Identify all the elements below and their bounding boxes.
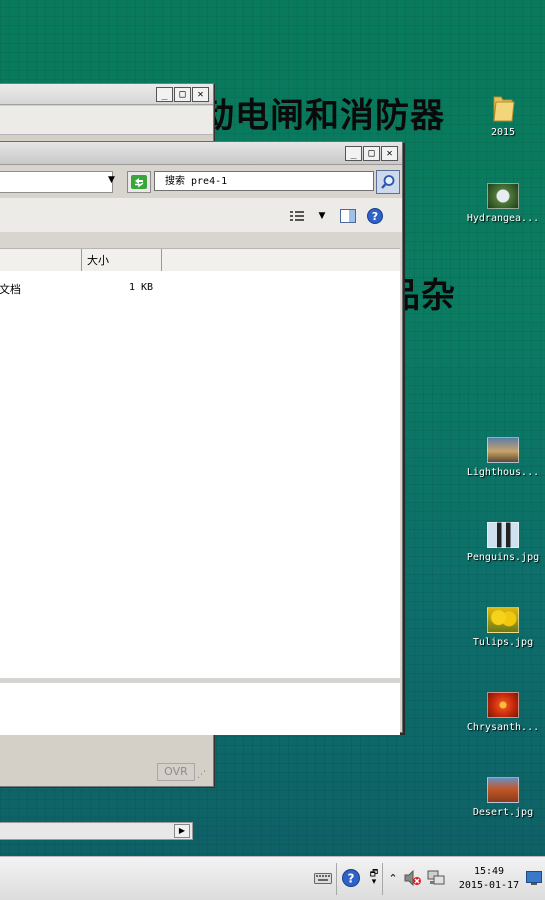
desktop-icon-2015[interactable]: 2015 (464, 93, 542, 138)
ovr-indicator: OVR (157, 763, 195, 781)
minimize-button[interactable]: _ (156, 87, 173, 102)
resize-grip-icon[interactable]: ⋰ (197, 770, 206, 780)
keyboard-icon[interactable] (314, 869, 332, 887)
show-desktop-icon[interactable] (525, 869, 543, 887)
svg-text:?: ? (348, 872, 355, 886)
desktop-icon-label: Lighthous... (466, 467, 540, 478)
desktop-icon-hydrangea[interactable]: Hydrangea... (464, 183, 542, 224)
maximize-button[interactable]: □ (174, 87, 191, 102)
help-icon[interactable]: ? (342, 869, 360, 887)
image-thumbnail-icon (487, 607, 519, 633)
explorer-titlebar[interactable]: _ □ ✕ (0, 142, 402, 165)
file-list-header: 大小 (0, 248, 400, 272)
address-row: ▼ 搜索 pre4-1 (0, 170, 402, 194)
desktop-icon-penguins[interactable]: Penguins.jpg (464, 522, 542, 563)
address-bar[interactable] (0, 171, 113, 193)
close-button[interactable]: ✕ (381, 146, 398, 161)
image-thumbnail-icon (487, 183, 519, 209)
preview-pane-icon[interactable] (340, 208, 356, 224)
search-icon (381, 175, 395, 189)
horizontal-scrollbar[interactable]: ▶ (0, 822, 193, 840)
minimize-button[interactable]: _ (345, 146, 362, 161)
file-list: 文档 1 KB (0, 271, 400, 678)
desktop-icon-label: Desert.jpg (472, 807, 534, 818)
desktop-icon-label: Tulips.jpg (472, 637, 534, 648)
scroll-right-arrow-icon[interactable]: ▶ (174, 824, 190, 838)
file-type-cell: 文档 (0, 283, 21, 296)
language-bar-options-icon[interactable]: 🗗 ▾ (365, 869, 383, 887)
desktop-icon-label: 2015 (490, 127, 516, 138)
explorer-toolbar: ▼ ? (0, 198, 402, 232)
file-size-cell: 1 KB (129, 282, 154, 293)
show-hidden-icons-chevron-icon[interactable]: ⌃ (384, 869, 402, 887)
taskbar-clock[interactable]: 15:49 2015-01-17 (456, 865, 522, 893)
volume-muted-icon[interactable] (404, 869, 422, 887)
desktop-icon-lighthouse[interactable]: Lighthous... (464, 437, 542, 478)
svg-text:?: ? (372, 210, 378, 223)
clock-date: 2015-01-17 (458, 880, 520, 891)
address-dropdown-icon[interactable]: ▼ (108, 175, 115, 185)
desktop-icon-chrysanthemum[interactable]: Chrysanth... (464, 692, 542, 733)
image-thumbnail-icon (487, 692, 519, 718)
refresh-button[interactable] (127, 171, 151, 193)
desktop-icon-desert[interactable]: Desert.jpg (464, 777, 542, 818)
view-options-icon[interactable] (289, 208, 305, 224)
desktop-icon-label: Penguins.jpg (466, 552, 540, 563)
search-button[interactable] (376, 170, 400, 194)
network-icon[interactable] (427, 869, 445, 887)
desktop-icon-label: Hydrangea... (466, 213, 540, 224)
column-header-size[interactable]: 大小 (87, 252, 109, 268)
search-input[interactable]: 搜索 pre4-1 (154, 171, 374, 191)
image-thumbnail-icon (487, 437, 519, 463)
desktop-icon-label: Chrysanth... (466, 722, 540, 733)
image-thumbnail-icon (487, 777, 519, 803)
taskbar: ? 🗗 ▾ ⌃ 15:49 2015-01-17 (0, 856, 545, 900)
folder-icon (493, 96, 515, 122)
maximize-button[interactable]: □ (363, 146, 380, 161)
background-window-toolbar (0, 106, 213, 135)
desktop-icon-tulips[interactable]: Tulips.jpg (464, 607, 542, 648)
background-window-titlebar[interactable]: _ □ ✕ (0, 84, 213, 105)
refresh-icon (131, 175, 147, 189)
explorer-window[interactable]: _ □ ✕ ▼ 搜索 pre4-1 ▼ ? 大小 文档 1 KB (0, 141, 403, 735)
help-icon[interactable]: ? (367, 208, 383, 224)
clock-time: 15:49 (473, 866, 505, 877)
close-button[interactable]: ✕ (192, 87, 209, 102)
image-thumbnail-icon (487, 522, 519, 548)
details-pane (0, 680, 400, 735)
wallpaper-text-line1: 动电闸和消防器 (200, 96, 445, 136)
file-row[interactable]: 文档 1 KB (0, 279, 400, 296)
view-dropdown-icon[interactable]: ▼ (314, 208, 330, 224)
